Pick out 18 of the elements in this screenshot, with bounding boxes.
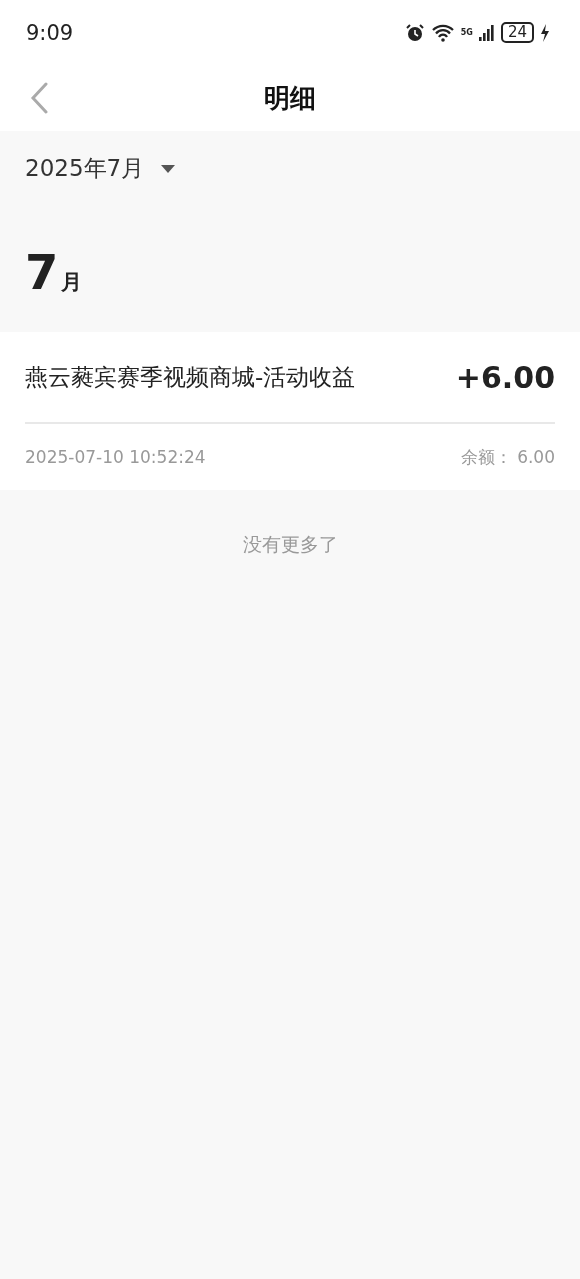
status-time: 9:09 (26, 20, 74, 45)
end-of-list-text: 没有更多了 (242, 533, 338, 555)
transaction-time: 2025-07-10 10:52:24 (25, 447, 206, 467)
page-title: 明细 (263, 81, 317, 115)
dropdown-triangle-icon (160, 163, 177, 174)
back-chevron-icon (30, 82, 48, 114)
signal-icon (478, 24, 495, 41)
transaction-title: 燕云蕤宾赛季视频商城-活动收益 (25, 362, 356, 392)
month-unit: 月 (61, 269, 83, 296)
transaction-card[interactable]: 燕云蕤宾赛季视频商城-活动收益 +6.00 2025-07-10 10:52:24 余额： 6.00 (0, 332, 580, 490)
month-picker[interactable]: 2025年7月 (25, 153, 177, 184)
balance-text: 余额： 6.00 (460, 445, 555, 469)
transaction-amount: +6.00 (455, 359, 555, 395)
network-type: 5G (460, 28, 473, 37)
alarm-icon (404, 22, 425, 43)
month-number: 7 (25, 244, 59, 300)
battery-level: 24 (500, 22, 534, 43)
wifi-icon (430, 23, 455, 42)
